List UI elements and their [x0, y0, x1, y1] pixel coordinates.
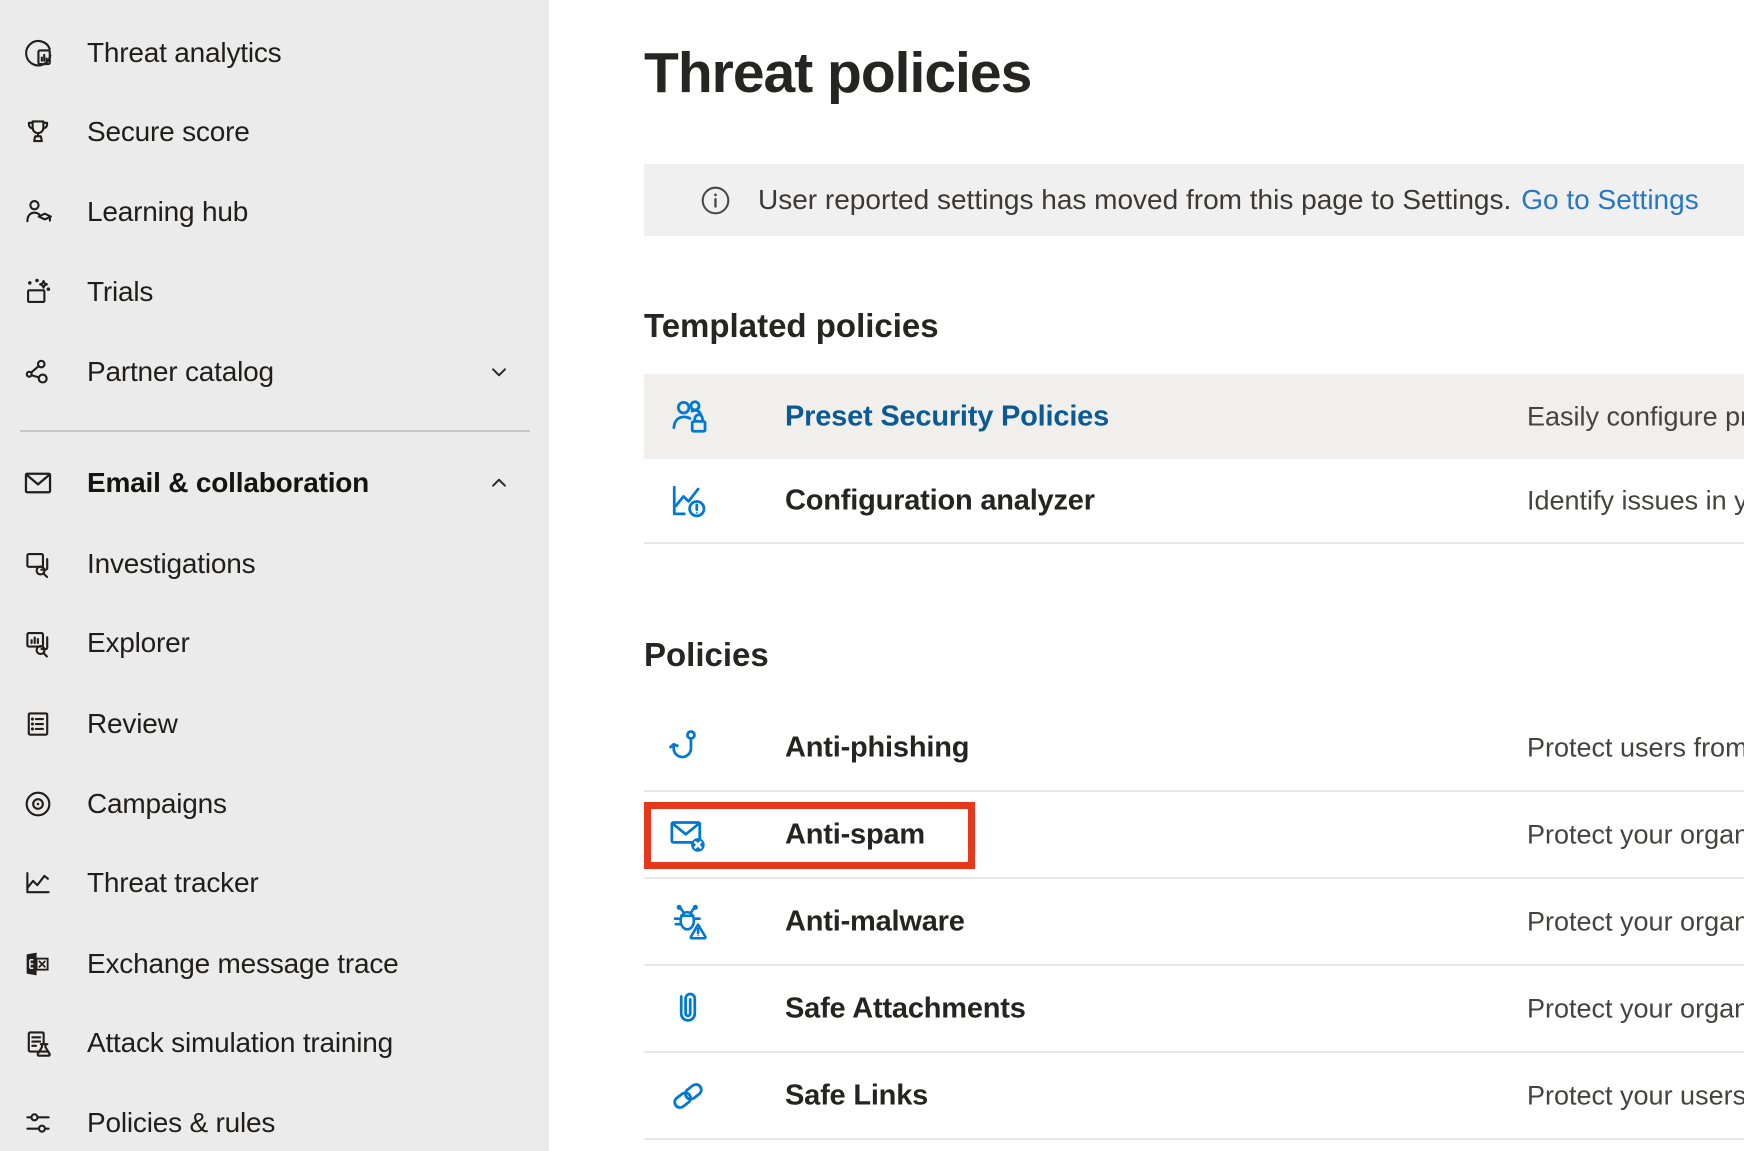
sidebar-item-exchange-message-trace[interactable]: Exchange message trace [0, 924, 549, 1004]
sidebar-item-label: Explorer [87, 627, 190, 659]
investigations-icon [21, 547, 55, 581]
sidebar: Threat analytics Secure score Learning h… [0, 0, 549, 1151]
row-description: Protect users from p [1527, 732, 1744, 763]
chevron-down-icon[interactable] [486, 359, 512, 385]
anti-phishing-link[interactable]: Anti-phishing [785, 731, 969, 764]
sidebar-item-investigations[interactable]: Investigations [0, 524, 549, 604]
sidebar-item-policies-rules[interactable]: Policies & rules [0, 1083, 549, 1151]
sidebar-item-learning-hub[interactable]: Learning hub [0, 172, 549, 252]
sidebar-item-campaigns[interactable]: Campaigns [0, 764, 549, 844]
list-item-configuration-analyzer[interactable]: Configuration analyzer Identify issues i… [644, 459, 1744, 544]
banner-message: User reported settings has moved from th… [758, 184, 1511, 216]
list-item-safe-links[interactable]: Safe Links Protect your users fr [644, 1053, 1744, 1140]
threat-policies-page: Threat analytics Secure score Learning h… [0, 0, 1744, 1151]
sidebar-item-label: Investigations [87, 548, 255, 580]
sidebar-item-label: Secure score [87, 116, 250, 148]
sidebar-item-attack-simulation-training[interactable]: Attack simulation training [0, 1003, 549, 1083]
sidebar-group-label: Email & collaboration [87, 467, 369, 499]
secure-score-icon [21, 115, 55, 149]
review-icon [21, 707, 55, 741]
anti-malware-icon [666, 900, 710, 944]
learning-hub-icon [21, 195, 55, 229]
row-description: Protect your organiz [1527, 993, 1744, 1024]
safe-attachments-icon [666, 987, 710, 1031]
sidebar-item-label: Review [87, 708, 178, 740]
row-description: Protect your users fr [1527, 1080, 1744, 1111]
anti-phishing-icon [666, 726, 710, 770]
row-description: Protect your organiz [1527, 819, 1744, 850]
sidebar-divider [20, 430, 530, 432]
attack-simulation-icon [21, 1026, 55, 1060]
sidebar-item-explorer[interactable]: Explorer [0, 603, 549, 683]
list-item-safe-attachments[interactable]: Safe Attachments Protect your organiz [644, 966, 1744, 1053]
safe-links-link[interactable]: Safe Links [785, 1079, 928, 1112]
list-item-anti-malware[interactable]: Anti-malware Protect your organiz [644, 879, 1744, 966]
preset-security-policies-link[interactable]: Preset Security Policies [785, 400, 1109, 433]
partner-catalog-icon [21, 355, 55, 389]
chevron-up-icon[interactable] [486, 470, 512, 496]
sidebar-item-label: Threat tracker [87, 867, 258, 899]
info-banner: User reported settings has moved from th… [644, 164, 1744, 236]
preset-security-policies-icon [666, 395, 710, 439]
sidebar-group-email-collaboration[interactable]: Email & collaboration [0, 443, 549, 523]
policies-rules-icon [21, 1106, 55, 1140]
row-description: Protect your organiz [1527, 906, 1744, 937]
section-heading-templated-policies: Templated policies [644, 307, 939, 345]
sidebar-item-label: Attack simulation training [87, 1027, 393, 1059]
sidebar-item-partner-catalog[interactable]: Partner catalog [0, 332, 549, 412]
threat-analytics-icon [21, 36, 55, 70]
email-icon [21, 466, 55, 500]
sidebar-item-label: Partner catalog [87, 356, 274, 388]
safe-links-icon [666, 1074, 710, 1118]
info-icon [699, 184, 732, 217]
campaigns-icon [21, 787, 55, 821]
configuration-analyzer-icon [666, 479, 710, 523]
row-description: Identify issues in you [1527, 485, 1744, 516]
threat-tracker-icon [21, 866, 55, 900]
sidebar-item-label: Policies & rules [87, 1107, 275, 1139]
section-heading-policies: Policies [644, 636, 769, 674]
exchange-icon [21, 947, 55, 981]
go-to-settings-link[interactable]: Go to Settings [1521, 184, 1698, 216]
list-item-anti-phishing[interactable]: Anti-phishing Protect users from p [644, 705, 1744, 792]
sidebar-item-label: Learning hub [87, 196, 248, 228]
sidebar-item-label: Threat analytics [87, 37, 281, 69]
safe-attachments-link[interactable]: Safe Attachments [785, 992, 1026, 1025]
annotation-highlight-box [644, 802, 975, 869]
row-description: Easily configure prot [1527, 401, 1744, 432]
configuration-analyzer-link[interactable]: Configuration analyzer [785, 484, 1095, 517]
sidebar-item-review[interactable]: Review [0, 684, 549, 764]
sidebar-item-threat-tracker[interactable]: Threat tracker [0, 843, 549, 923]
sidebar-item-secure-score[interactable]: Secure score [0, 92, 549, 172]
sidebar-item-threat-analytics[interactable]: Threat analytics [0, 13, 549, 93]
trials-icon [21, 275, 55, 309]
sidebar-item-label: Exchange message trace [87, 948, 399, 980]
page-title: Threat policies [644, 40, 1031, 106]
list-item-preset-security-policies[interactable]: Preset Security Policies Easily configur… [644, 374, 1744, 459]
anti-malware-link[interactable]: Anti-malware [785, 905, 965, 938]
sidebar-item-trials[interactable]: Trials [0, 252, 549, 332]
sidebar-item-label: Campaigns [87, 788, 227, 820]
explorer-icon [21, 626, 55, 660]
sidebar-item-label: Trials [87, 276, 153, 308]
